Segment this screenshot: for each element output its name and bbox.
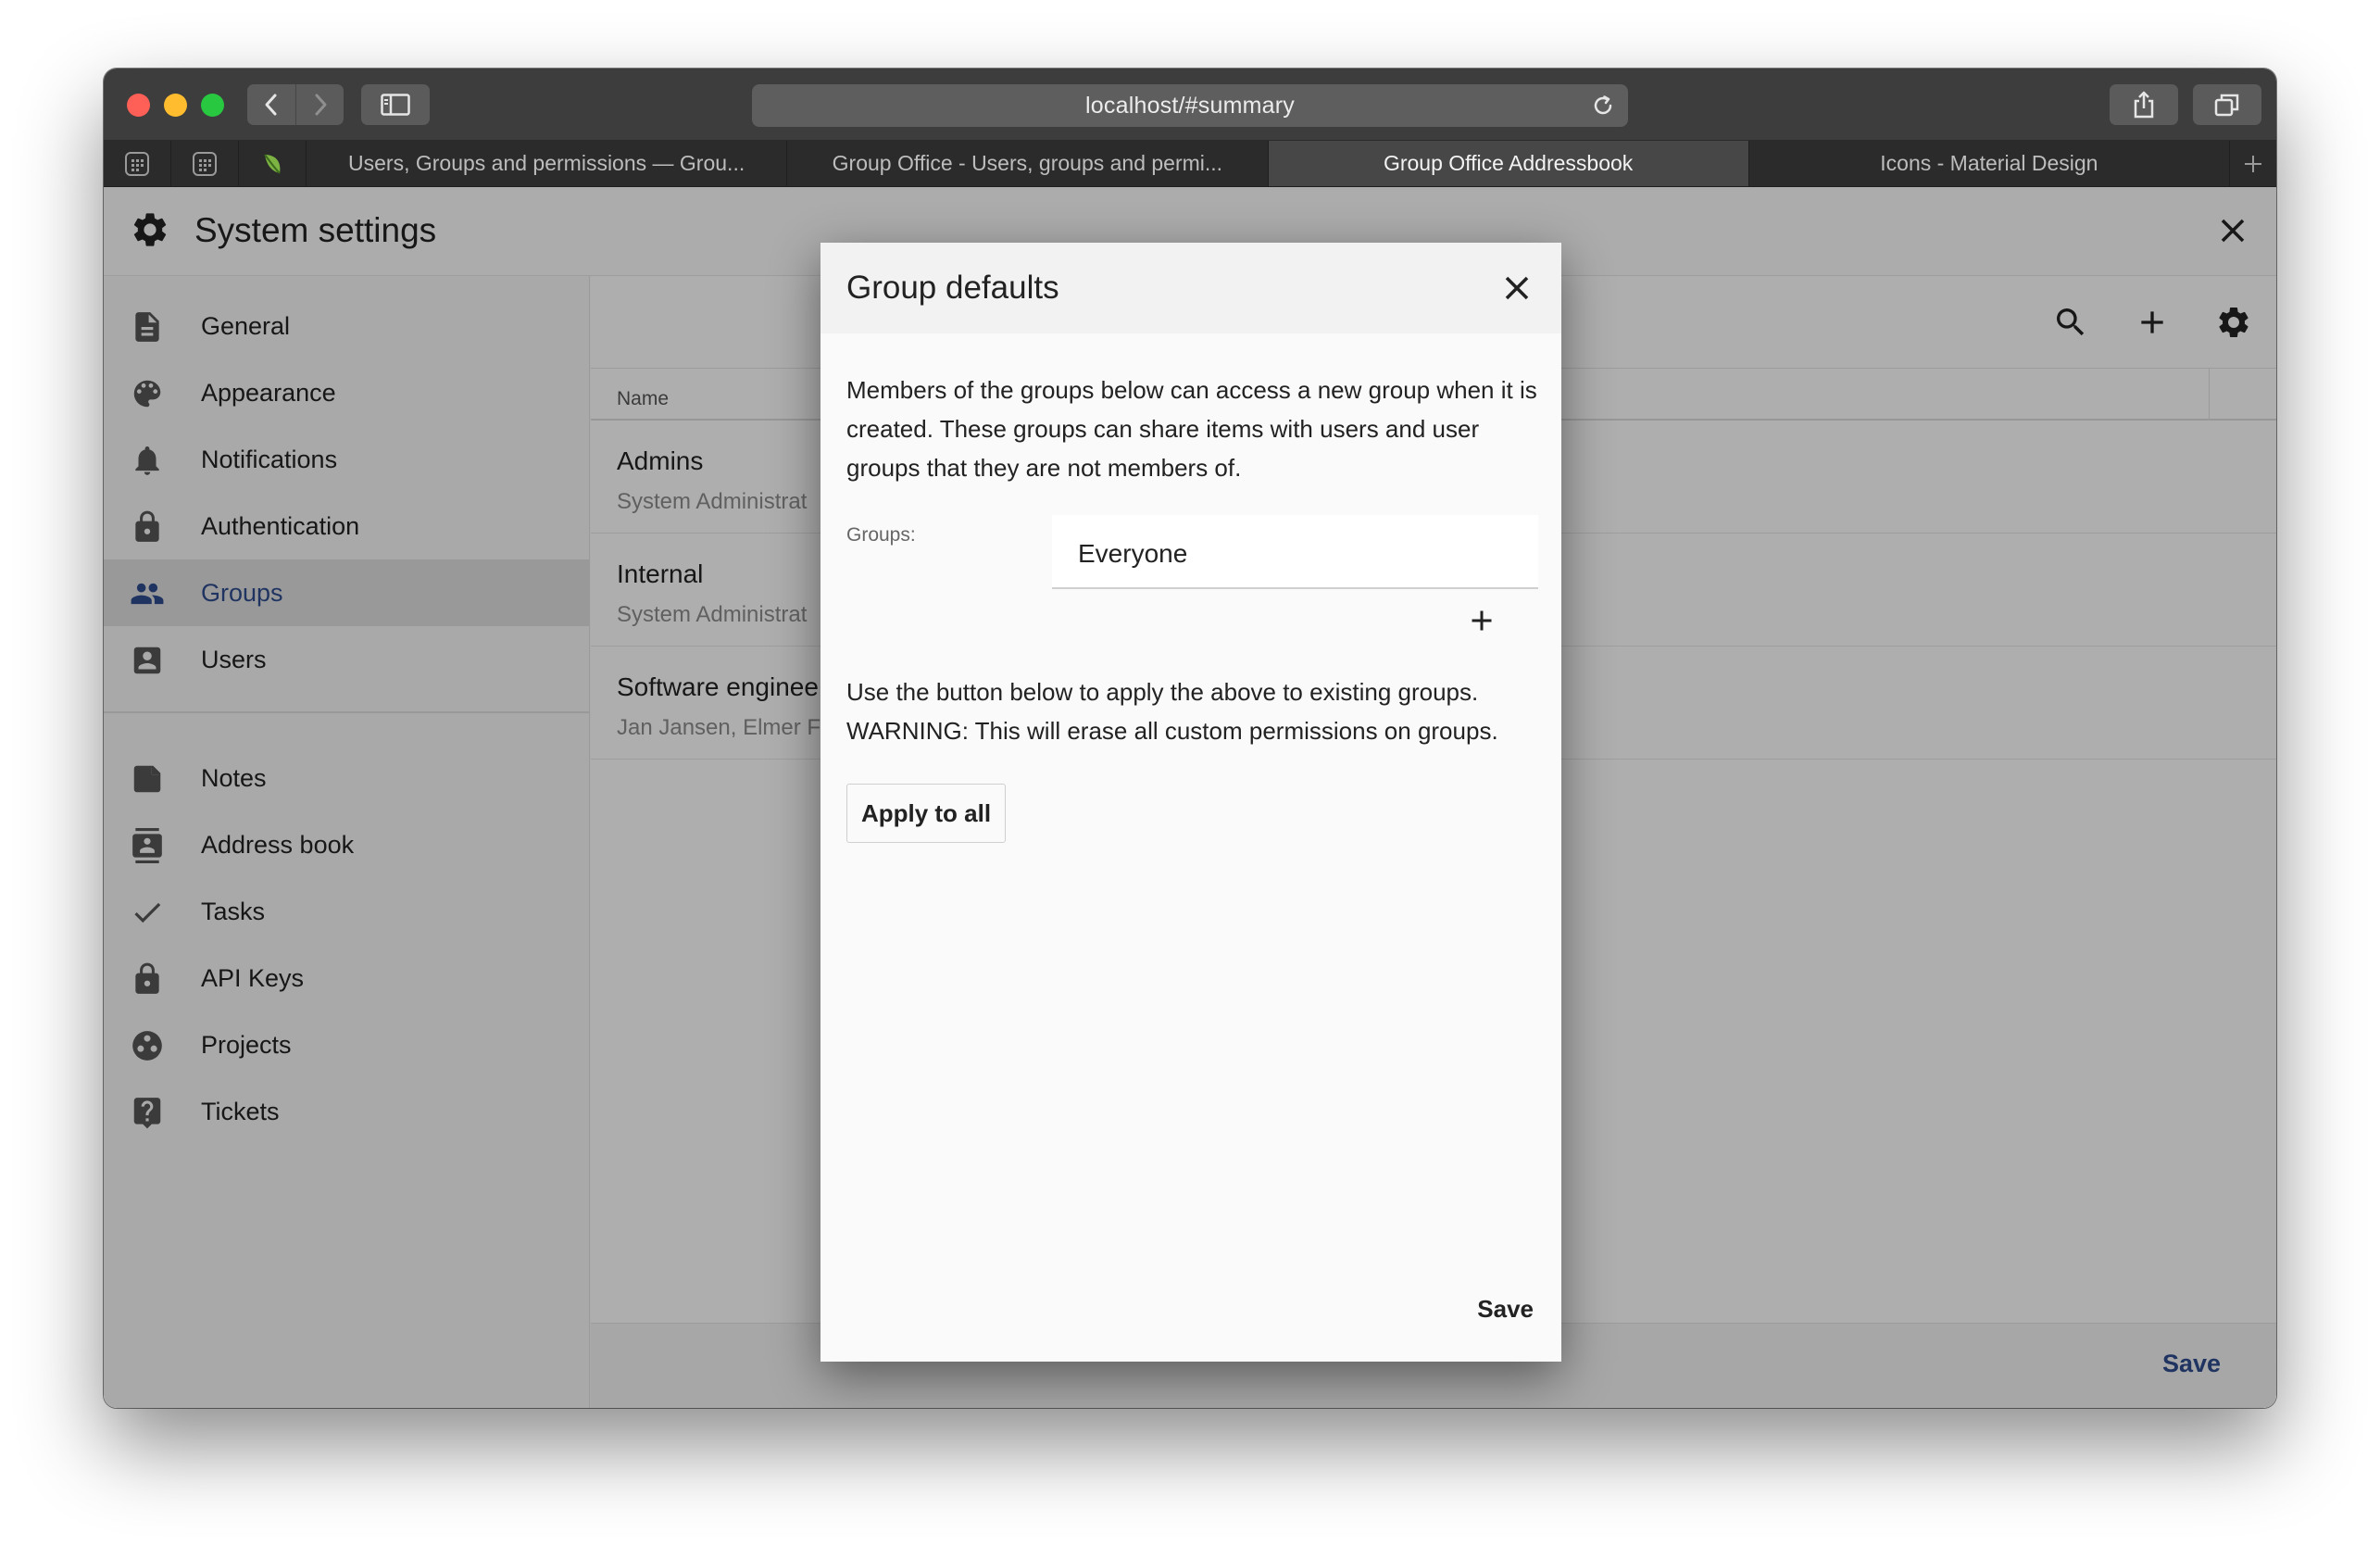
url-bar[interactable]: localhost/#summary <box>752 84 1628 127</box>
warning-line-2: WARNING: This will erase all custom perm… <box>846 717 1498 745</box>
zoom-window-button[interactable] <box>201 94 224 117</box>
browser-window: localhost/#summary Users, Groups and per… <box>104 69 2276 1408</box>
back-button[interactable] <box>247 84 295 125</box>
minimize-window-button[interactable] <box>164 94 187 117</box>
sidebar-toggle-button[interactable] <box>361 84 430 125</box>
group-defaults-dialog: Group defaults Members of the groups bel… <box>820 243 1561 1362</box>
dialog-title: Group defaults <box>846 270 1059 306</box>
share-button[interactable] <box>2110 84 2178 125</box>
calendar-grid-icon <box>193 151 217 176</box>
navigation-buttons <box>247 84 344 125</box>
show-tabs-button[interactable] <box>2193 84 2261 125</box>
calendar-grid-icon <box>125 151 149 176</box>
leaf-favicon-icon <box>264 153 281 174</box>
pinned-tab-3[interactable] <box>239 141 307 186</box>
dialog-description: Members of the groups below can access a… <box>846 376 1537 482</box>
browser-tab-strip: Users, Groups and permissions — Grou... … <box>104 141 2276 187</box>
pinned-tab-2[interactable] <box>171 141 239 186</box>
warning-text: Use the button below to apply the above … <box>846 672 1550 750</box>
close-icon[interactable] <box>1502 273 1532 303</box>
pinned-tab-1[interactable] <box>104 141 171 186</box>
groups-label: Groups: <box>846 524 916 546</box>
browser-tab-4[interactable]: Icons - Material Design <box>1749 141 2230 186</box>
groups-field-value: Everyone <box>1078 539 1188 568</box>
plus-icon[interactable] <box>1465 604 1498 637</box>
share-icon <box>2134 91 2154 119</box>
new-tab-button[interactable] <box>2230 141 2276 186</box>
plus-icon <box>2245 155 2261 172</box>
dialog-header: Group defaults <box>820 243 1561 333</box>
close-window-button[interactable] <box>127 94 150 117</box>
browser-tab-1[interactable]: Users, Groups and permissions — Grou... <box>307 141 788 186</box>
warning-line-1: Use the button below to apply the above … <box>846 678 1479 706</box>
url-text: localhost/#summary <box>1085 92 1295 119</box>
groups-field[interactable]: Everyone <box>1052 515 1538 589</box>
dialog-save-button[interactable]: Save <box>1477 1295 1534 1324</box>
tabs-overview-icon <box>2214 94 2239 117</box>
browser-tab-3[interactable]: Group Office Addressbook <box>1268 141 1749 186</box>
browser-tab-2[interactable]: Group Office - Users, groups and permi..… <box>787 141 1269 186</box>
chevron-right-icon <box>315 94 326 116</box>
browser-titlebar: localhost/#summary <box>104 69 2276 141</box>
reload-icon[interactable] <box>1591 94 1615 118</box>
chevron-left-icon <box>265 94 277 116</box>
sidebar-icon <box>381 94 410 116</box>
forward-button[interactable] <box>295 84 344 125</box>
apply-to-all-button[interactable]: Apply to all <box>846 784 1006 843</box>
